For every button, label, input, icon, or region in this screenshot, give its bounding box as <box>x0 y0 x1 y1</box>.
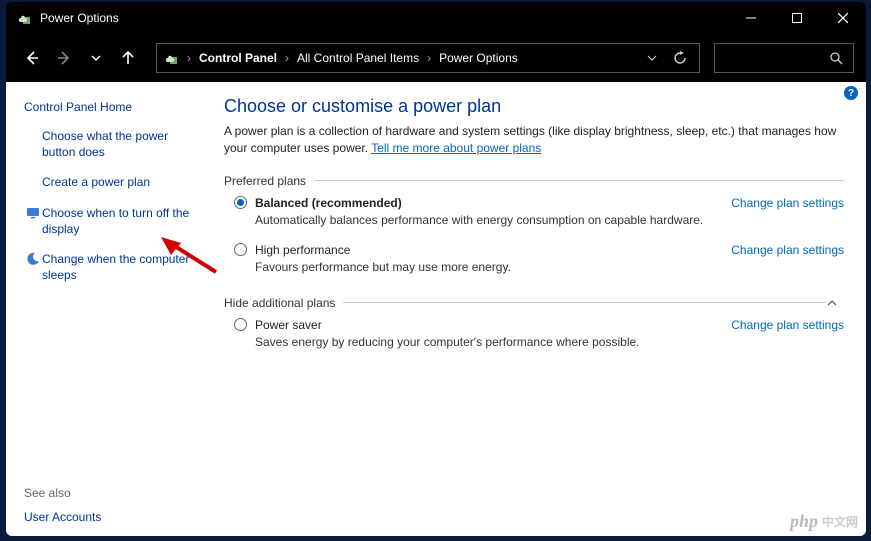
radio-balanced[interactable] <box>234 196 247 209</box>
see-also-heading: See also <box>24 486 202 500</box>
watermark-text: 中文网 <box>822 513 858 530</box>
plan-power-saver: Power saver Change plan settings Saves e… <box>234 318 844 349</box>
maximize-button[interactable] <box>774 2 820 34</box>
minimize-button[interactable] <box>728 2 774 34</box>
plan-description: Saves energy by reducing your computer's… <box>255 335 844 349</box>
watermark-brand: php <box>790 511 818 532</box>
titlebar: Power Options <box>6 2 866 34</box>
control-panel-home-link[interactable]: Control Panel Home <box>24 100 202 114</box>
watermark: php 中文网 <box>790 511 858 532</box>
plan-name: Balanced (recommended) <box>255 196 402 210</box>
main-content: Choose or customise a power plan A power… <box>216 82 866 536</box>
navigation-bar: › Control Panel › All Control Panel Item… <box>6 34 866 82</box>
preferred-plans-header: Preferred plans <box>224 174 844 188</box>
close-button[interactable] <box>820 2 866 34</box>
plan-name: High performance <box>255 243 350 257</box>
sidebar-link-create-plan[interactable]: Create a power plan <box>42 174 202 190</box>
monitor-icon <box>24 205 42 220</box>
address-icon <box>163 50 179 66</box>
address-bar[interactable]: › Control Panel › All Control Panel Item… <box>156 43 700 73</box>
more-info-link[interactable]: Tell me more about power plans <box>371 141 541 155</box>
refresh-button[interactable] <box>667 51 693 65</box>
chevron-right-icon: › <box>183 51 195 65</box>
sidebar-link-turn-off-display[interactable]: Choose when to turn off the display <box>42 205 202 237</box>
plan-balanced: Balanced (recommended) Change plan setti… <box>234 196 844 227</box>
app-icon <box>16 10 32 26</box>
breadcrumb-item[interactable]: Control Panel <box>199 51 277 65</box>
recent-locations-button[interactable] <box>82 44 110 72</box>
change-plan-settings-link[interactable]: Change plan settings <box>731 196 844 210</box>
page-title: Choose or customise a power plan <box>224 96 844 117</box>
radio-high-performance[interactable] <box>234 243 247 256</box>
back-button[interactable] <box>18 44 46 72</box>
sidebar: Control Panel Home Choose what the power… <box>6 82 216 536</box>
breadcrumb-item[interactable]: Power Options <box>439 51 518 65</box>
chevron-up-icon[interactable] <box>826 297 844 309</box>
search-icon <box>829 51 843 65</box>
page-description: A power plan is a collection of hardware… <box>224 123 844 158</box>
plan-description: Favours performance but may use more ene… <box>255 260 844 274</box>
radio-power-saver[interactable] <box>234 318 247 331</box>
forward-button[interactable] <box>50 44 78 72</box>
up-button[interactable] <box>114 44 142 72</box>
client-area: ? Control Panel Home Choose what the pow… <box>6 82 866 536</box>
plan-name: Power saver <box>255 318 322 332</box>
change-plan-settings-link[interactable]: Change plan settings <box>731 243 844 257</box>
change-plan-settings-link[interactable]: Change plan settings <box>731 318 844 332</box>
address-dropdown-button[interactable] <box>641 53 663 63</box>
window-title: Power Options <box>40 11 119 25</box>
chevron-right-icon: › <box>281 51 293 65</box>
chevron-right-icon: › <box>423 51 435 65</box>
sidebar-link-computer-sleeps[interactable]: Change when the computer sleeps <box>42 251 202 283</box>
breadcrumb-item[interactable]: All Control Panel Items <box>297 51 419 65</box>
plan-description: Automatically balances performance with … <box>255 213 844 227</box>
help-icon[interactable]: ? <box>844 86 858 100</box>
sidebar-link-power-button[interactable]: Choose what the power button does <box>42 128 202 160</box>
window-frame: Power Options <box>6 2 866 536</box>
plan-high-performance: High performance Change plan settings Fa… <box>234 243 844 274</box>
moon-icon <box>24 251 42 266</box>
sidebar-link-user-accounts[interactable]: User Accounts <box>24 510 202 524</box>
search-input[interactable] <box>714 43 854 73</box>
additional-plans-header[interactable]: Hide additional plans <box>224 296 844 310</box>
